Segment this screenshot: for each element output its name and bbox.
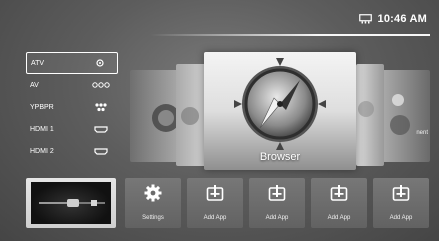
app-tile-add-app[interactable]: Add App bbox=[373, 178, 429, 228]
input-source-list: ATV AV YPBPR HDMI 1 HDMI 2 bbox=[26, 52, 118, 162]
add-app-icon bbox=[268, 184, 286, 202]
carousel-card-right[interactable] bbox=[356, 64, 384, 166]
carousel-card-far-right[interactable]: nent bbox=[378, 70, 430, 162]
source-item-av[interactable]: AV bbox=[26, 74, 118, 96]
source-item-hdmi1[interactable]: HDMI 1 bbox=[26, 118, 118, 140]
clock: 10:46 AM bbox=[377, 13, 427, 25]
top-status-bar: 10:46 AM bbox=[0, 0, 439, 40]
source-label: HDMI 2 bbox=[30, 147, 54, 155]
app-tile-label: Add App bbox=[389, 215, 413, 221]
add-app-icon bbox=[206, 184, 224, 202]
hdmi-icon bbox=[92, 124, 110, 134]
av-icon bbox=[92, 80, 110, 90]
network-icon bbox=[358, 14, 372, 24]
ypbpr-icon bbox=[92, 102, 110, 112]
hdmi-icon bbox=[92, 146, 110, 156]
app-tile-label: Add App bbox=[203, 215, 227, 221]
source-label: HDMI 1 bbox=[30, 125, 54, 133]
add-app-icon bbox=[330, 184, 348, 202]
gear-icon bbox=[144, 184, 162, 202]
atv-icon bbox=[91, 58, 109, 68]
tv-preview-window[interactable] bbox=[26, 178, 116, 228]
app-thumbnail-icon bbox=[390, 94, 410, 135]
app-tile-add-app[interactable]: Add App bbox=[249, 178, 305, 228]
app-thumbnail-icon bbox=[358, 101, 374, 117]
source-label: YPBPR bbox=[30, 103, 54, 111]
app-tile-add-app[interactable]: Add App bbox=[187, 178, 243, 228]
app-shortcut-row: Settings Add App Add App Add App Add App bbox=[125, 178, 439, 228]
header-divider bbox=[150, 34, 430, 36]
app-tile-settings[interactable]: Settings bbox=[125, 178, 181, 228]
app-tile-add-app[interactable]: Add App bbox=[311, 178, 367, 228]
add-app-icon bbox=[392, 184, 410, 202]
source-item-hdmi2[interactable]: HDMI 2 bbox=[26, 140, 118, 162]
status-area: 10:46 AM bbox=[358, 13, 428, 25]
source-item-ypbpr[interactable]: YPBPR bbox=[26, 96, 118, 118]
carousel-card-label: nent bbox=[416, 130, 428, 136]
compass-icon bbox=[234, 58, 326, 150]
source-label: ATV bbox=[31, 59, 45, 67]
app-tile-label: Add App bbox=[327, 215, 351, 221]
app-tile-label: Settings bbox=[142, 215, 164, 221]
app-carousel: nent Browser bbox=[120, 52, 439, 172]
tv-preview-screen bbox=[31, 182, 111, 224]
carousel-card-browser[interactable]: Browser bbox=[204, 52, 356, 170]
app-tile-label: Add App bbox=[265, 215, 289, 221]
preview-image bbox=[39, 199, 105, 207]
carousel-card-label: Browser bbox=[259, 151, 301, 163]
source-item-atv[interactable]: ATV bbox=[26, 52, 118, 74]
source-label: AV bbox=[30, 81, 39, 89]
